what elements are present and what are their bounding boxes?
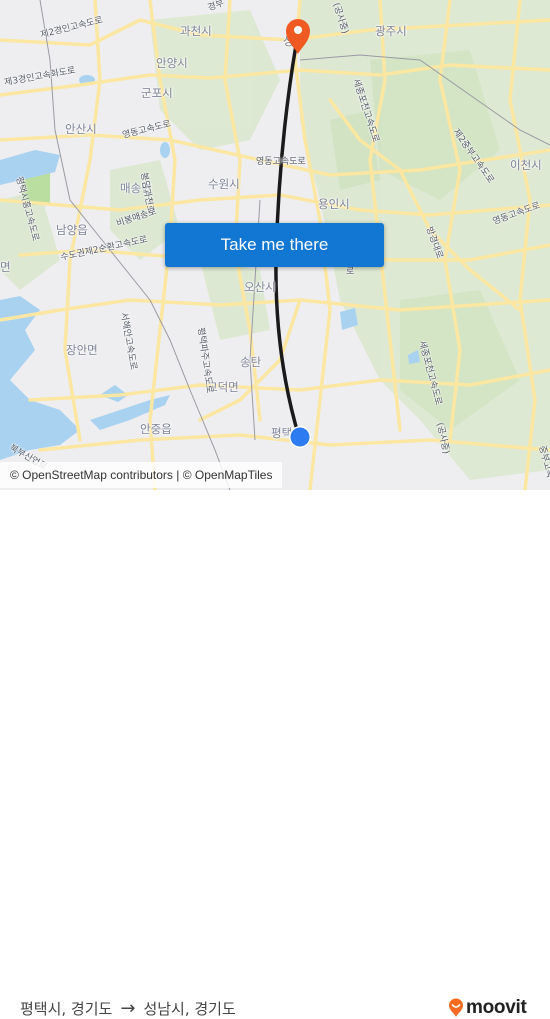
take-me-there-button[interactable]: Take me there xyxy=(165,223,384,267)
map-label-gunpo: 군포시 xyxy=(141,86,173,100)
arrow-right-icon: → xyxy=(120,997,136,1019)
map-label-icheon: 이천시 xyxy=(510,158,542,172)
map-label-gwacheon: 과천시 xyxy=(180,24,212,38)
map-label-gwangju: 광주시 xyxy=(375,24,407,38)
moovit-logo[interactable]: moovit xyxy=(448,997,527,1019)
destination-pin-icon[interactable] xyxy=(284,17,312,55)
map-label-songtan: 송탄 xyxy=(240,355,262,369)
road-label-ro: 로 xyxy=(346,267,355,277)
moovit-wordmark: moovit xyxy=(466,997,527,1018)
moovit-pin-icon xyxy=(449,998,463,1017)
map-label-myeon: 면 xyxy=(0,260,11,274)
origin-marker-icon[interactable] xyxy=(288,425,312,449)
road-label-yeongdong-central: 영동고속도로 xyxy=(256,157,306,167)
map-label-yongin: 용인시 xyxy=(318,197,350,211)
map-label-namyang: 남양읍 xyxy=(56,223,88,237)
footer: 평택시, 경기도 → 성남시, 경기도 moovit xyxy=(0,490,550,1018)
origin-name: 평택시, 경기도 xyxy=(20,1000,113,1018)
map-label-anjung: 안중읍 xyxy=(140,422,172,436)
map-label-suwon: 수원시 xyxy=(208,177,240,191)
map-label-anyang: 안양시 xyxy=(156,56,188,70)
map-attribution[interactable]: © OpenStreetMap contributors | © OpenMap… xyxy=(0,462,283,488)
map-label-ansan: 안산시 xyxy=(65,122,97,136)
route-summary: 평택시, 경기도 → 성남시, 경기도 xyxy=(20,998,236,1019)
map-label-jangan: 장안면 xyxy=(66,343,98,357)
destination-name: 성남시, 경기도 xyxy=(143,1000,236,1018)
map-label-osan: 오산시 xyxy=(244,280,276,294)
